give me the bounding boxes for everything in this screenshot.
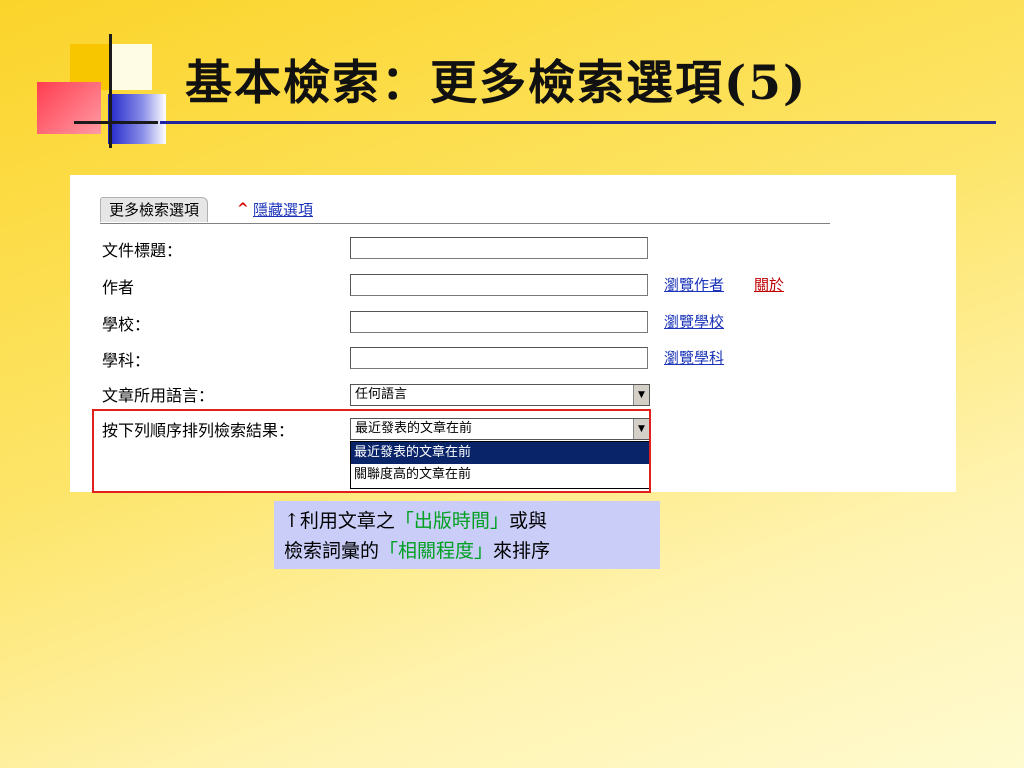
title-underline [160,121,996,124]
callout-line1-highlight: 「出版時間」 [394,510,509,532]
slide-title: 基本檢索：更多檢索選項(5) [185,56,808,111]
author-input[interactable] [350,274,648,296]
callout-line1-prefix: ↑利用文章之 [284,510,395,532]
callout-annotation: ↑利用文章之「出版時間」或與 檢索詞彙的「相關程度」來排序 [274,501,660,569]
doc-title-label: 文件標題： [102,241,183,260]
decorative-square-white [112,44,152,90]
decorative-square-red [37,82,101,134]
subject-input[interactable] [350,347,648,369]
subject-label: 學科： [102,351,151,370]
callout-line1-suffix: 或與 [508,510,547,532]
callout-line2-highlight: 「相關程度」 [379,540,494,562]
chevron-down-icon[interactable]: ▼ [633,385,649,405]
language-label: 文章所用語言： [102,386,215,405]
callout-line2-prefix: 檢索詞彙的 [284,540,380,562]
callout-line2-suffix: 來排序 [493,540,551,562]
school-label: 學校： [102,315,151,334]
caret-up-icon: ^ [237,201,249,217]
chevron-down-icon[interactable]: ▼ [633,419,649,439]
browse-school-link[interactable]: 瀏覽學校 [664,311,724,332]
decorative-horizontal-line-short [74,121,158,124]
sort-select[interactable]: 最近發表的文章在前 ▼ [350,418,650,440]
tab-more-options[interactable]: 更多檢索選項 [100,197,209,222]
sort-label: 按下列順序排列檢索結果： [102,421,295,440]
doc-title-input[interactable] [350,237,648,259]
sort-select-value: 最近發表的文章在前 [355,421,473,436]
about-link[interactable]: 關於 [754,274,784,295]
callout-line-2: 檢索詞彙的「相關程度」來排序 [284,536,650,566]
decorative-vertical-line [109,34,112,148]
callout-line-1: ↑利用文章之「出版時間」或與 [284,506,650,536]
sort-option-recent[interactable]: 最近發表的文章在前 [351,442,649,464]
author-label: 作者 [102,278,135,297]
school-input[interactable] [350,311,648,333]
language-select-value: 任何語言 [355,387,408,402]
sort-option-relevance[interactable]: 關聯度高的文章在前 [351,464,649,486]
search-options-panel: 更多檢索選項 ^ 隱藏選項 文件標題： 作者 瀏覽作者 關於 學校： 瀏覽學校 … [70,175,956,492]
hide-options-link[interactable]: 隱藏選項 [253,197,313,223]
browse-author-link[interactable]: 瀏覽作者 [664,274,724,295]
tab-row: 更多檢索選項 ^ 隱藏選項 [100,197,830,224]
language-select[interactable]: 任何語言 ▼ [350,384,650,406]
sort-dropdown-list: 最近發表的文章在前 關聯度高的文章在前 [350,441,650,489]
decorative-square-blue [108,94,166,144]
browse-subject-link[interactable]: 瀏覽學科 [664,347,724,368]
